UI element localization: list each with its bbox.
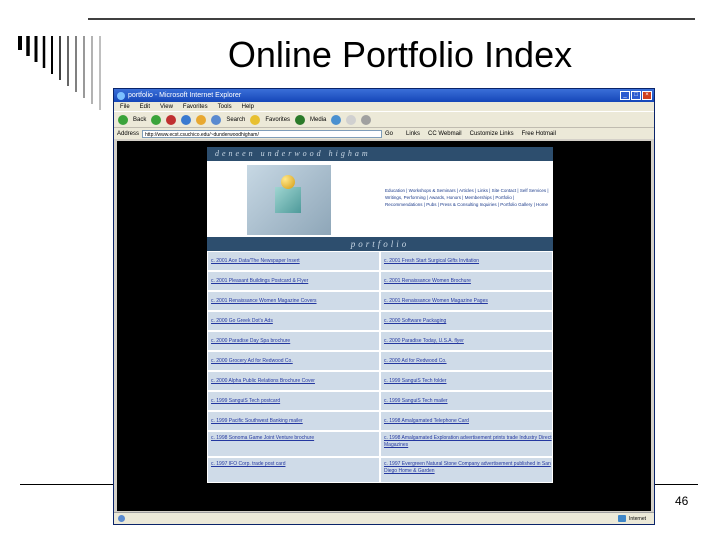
favorites-button[interactable]: Favorites xyxy=(265,117,290,123)
portfolio-link[interactable]: c. 1999 Pacific Southwest Banking mailer xyxy=(208,412,379,430)
menu-favorites[interactable]: Favorites xyxy=(183,104,208,110)
browser-title: portfolio - Microsoft Internet Explorer xyxy=(128,92,242,99)
print-icon[interactable] xyxy=(361,114,372,125)
portfolio-link[interactable]: c. 2000 Paradise Today, U.S.A. flyer xyxy=(381,332,552,350)
portfolio-link[interactable]: c. 2001 Renaissance Women Magazine Pages xyxy=(381,292,552,310)
portfolio-site: deneen underwood higham Education | Work… xyxy=(207,147,553,483)
browser-window: portfolio - Microsoft Internet Explorer … xyxy=(113,88,655,525)
site-header: deneen underwood higham xyxy=(207,147,553,161)
portfolio-link[interactable]: c. 1999 SanguiS Tech mailer xyxy=(381,392,552,410)
hero-section: Education | Workshops & Seminars | Artic… xyxy=(207,161,553,237)
internet-globe-icon xyxy=(618,515,627,522)
sphere-shape xyxy=(281,175,295,189)
maximize-button[interactable]: □ xyxy=(631,91,641,100)
browser-titlebar[interactable]: portfolio - Microsoft Internet Explorer … xyxy=(114,89,654,102)
cube-shape xyxy=(275,187,301,213)
slide-footer-rule-left xyxy=(20,484,113,485)
portfolio-link[interactable]: c. 2000 Alpha Public Relations Brochure … xyxy=(208,372,379,390)
portfolio-link[interactable]: c. 1998 Amalgamated Exploration advertis… xyxy=(381,432,552,456)
refresh-icon[interactable] xyxy=(181,114,192,125)
media-icon[interactable] xyxy=(295,114,306,125)
slide-footer-rule-right xyxy=(655,484,698,485)
security-zone: Internet xyxy=(618,515,646,522)
slide-page-number: 46 xyxy=(675,494,689,508)
portfolio-link[interactable]: c. 2000 Ad for Redwood Co. xyxy=(381,352,552,370)
portfolio-link[interactable]: c. 1997 Evergreen Natural Stone Company … xyxy=(381,458,552,482)
forward-arrow-icon[interactable] xyxy=(151,114,162,125)
menu-edit[interactable]: Edit xyxy=(140,104,150,110)
menu-file[interactable]: File xyxy=(120,104,130,110)
links-bar: Links CC Webmail Customize Links Free Ho… xyxy=(406,131,556,137)
minimize-button[interactable]: _ xyxy=(620,91,630,100)
portfolio-link[interactable]: c. 2001 Pleasant Buildings Postcard & Fl… xyxy=(208,272,379,290)
portfolio-link[interactable]: c. 2001 Renaissance Women Magazine Cover… xyxy=(208,292,379,310)
portfolio-link[interactable]: c. 1997 IFO Corp. trade post card xyxy=(208,458,379,482)
slide-title: Online Portfolio Index xyxy=(227,34,573,75)
home-icon[interactable] xyxy=(196,114,207,125)
go-button[interactable]: Go xyxy=(385,131,393,137)
close-button[interactable]: × xyxy=(642,91,652,100)
cube-artwork-image xyxy=(247,165,331,235)
portfolio-link[interactable]: c. 1998 Sonoma Game Joint Venture brochu… xyxy=(208,432,379,456)
favorites-star-icon[interactable] xyxy=(250,114,261,125)
link-customize-links[interactable]: Customize Links xyxy=(470,131,514,137)
page-done-icon xyxy=(118,515,125,522)
site-nav-links[interactable]: Education | Workshops & Seminars | Artic… xyxy=(385,187,551,208)
stop-icon[interactable] xyxy=(166,114,177,125)
link-free-hotmail[interactable]: Free Hotmail xyxy=(522,131,556,137)
portfolio-grid: c. 2001 Ace Data/The Newspaper Insert c.… xyxy=(207,251,553,483)
menu-bar: File Edit View Favorites Tools Help xyxy=(114,102,654,111)
status-bar: Internet xyxy=(114,512,654,524)
portfolio-link[interactable]: c. 2000 Grocery Ad for Redwood Co. xyxy=(208,352,379,370)
menu-help[interactable]: Help xyxy=(242,104,254,110)
link-cc-webmail[interactable]: CC Webmail xyxy=(428,131,462,137)
address-label: Address xyxy=(117,130,140,137)
menu-view[interactable]: View xyxy=(160,104,173,110)
address-bar: Address http://www.ecst.csuchico.edu/~du… xyxy=(114,127,654,139)
portfolio-link[interactable]: c. 2001 Renaissance Women Brochure xyxy=(381,272,552,290)
history-icon[interactable] xyxy=(331,114,342,125)
zone-label: Internet xyxy=(629,515,646,522)
mail-icon[interactable] xyxy=(346,114,357,125)
portfolio-link[interactable]: c. 2000 Paradise Day Spa brochure xyxy=(208,332,379,350)
portfolio-link[interactable]: c. 2000 Go Greek Dot's Ads xyxy=(208,312,379,330)
back-arrow-icon[interactable] xyxy=(118,114,128,125)
media-button[interactable]: Media xyxy=(310,117,326,123)
portfolio-link[interactable]: c. 2001 Fresh Start Surgical Gifts Invit… xyxy=(381,252,552,270)
portfolio-heading: portfolio xyxy=(207,237,553,251)
ie-logo-icon xyxy=(117,91,125,100)
back-button[interactable]: Back xyxy=(133,117,146,123)
portfolio-link[interactable]: c. 2000 Software Packaging xyxy=(381,312,552,330)
portfolio-link[interactable]: c. 1998 Amalgamated Telephone Card xyxy=(381,412,552,430)
portfolio-link[interactable]: c. 1999 SanguiS Tech folder xyxy=(381,372,552,390)
portfolio-link[interactable]: c. 1999 SanguiS Tech postcard xyxy=(208,392,379,410)
search-button[interactable]: Search xyxy=(226,117,245,123)
search-icon[interactable] xyxy=(211,114,222,125)
links-label[interactable]: Links xyxy=(406,131,420,137)
portfolio-link[interactable]: c. 2001 Ace Data/The Newspaper Insert xyxy=(208,252,379,270)
toolbar: Back Search Favorites Media xyxy=(114,111,654,127)
page-viewport: deneen underwood higham Education | Work… xyxy=(117,141,651,511)
address-input[interactable]: http://www.ecst.csuchico.edu/~dunderwood… xyxy=(142,129,383,138)
menu-tools[interactable]: Tools xyxy=(218,104,232,110)
